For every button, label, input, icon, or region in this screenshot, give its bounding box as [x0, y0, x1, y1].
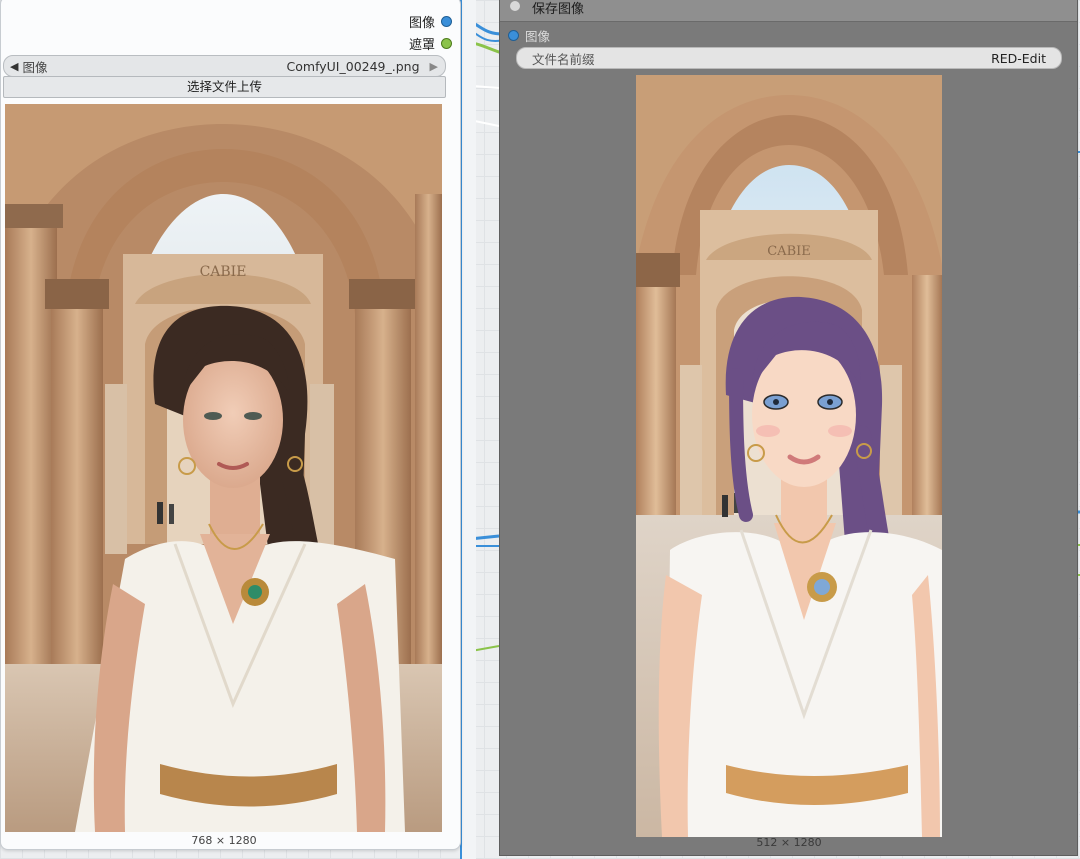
save-node-title-bar[interactable]: 保存图像 [500, 0, 1077, 22]
save-image-node[interactable]: 保存图像 图像 文件名前缀 RED-Edit CABIE 512 × 1280 [499, 0, 1078, 856]
combo-next-arrow-icon[interactable]: ▶ [430, 60, 438, 73]
image-combo-widget[interactable]: ◀ 图像 ComfyUI_00249_.png ▶ [3, 55, 446, 77]
building-sign-text: CABIE [200, 264, 247, 280]
node-selection-border [460, 0, 476, 859]
combo-value: ComfyUI_00249_.png [286, 58, 420, 74]
upload-file-button[interactable]: 选择文件上传 [3, 76, 446, 98]
save-node-title: 保存图像 [532, 2, 585, 17]
output-mask[interactable]: 遮罩 [409, 33, 452, 53]
combo-prev-arrow-icon[interactable]: ◀ [10, 60, 18, 73]
collapse-toggle-icon[interactable] [510, 1, 520, 11]
input-image-size: 768 × 1280 [191, 834, 257, 847]
output-image-slot-icon[interactable] [441, 15, 452, 27]
input-image-preview: CABIE [5, 104, 442, 832]
output-image-size: 512 × 1280 [756, 836, 822, 849]
output-mask-slot-icon[interactable] [441, 37, 452, 49]
output-image-label: 图像 [408, 15, 435, 31]
output-mask-label: 遮罩 [408, 37, 435, 53]
input-image-slot-icon[interactable] [508, 29, 519, 41]
building-sign-text-edited: CABIE [767, 244, 811, 259]
filename-prefix-label: 文件名前缀 [532, 51, 595, 67]
output-image-preview: CABIE [636, 75, 942, 837]
input-image-label: 图像 [525, 28, 551, 44]
combo-label: 图像 [22, 59, 48, 75]
output-image[interactable]: 图像 [409, 11, 452, 31]
filename-prefix-value: RED-Edit [991, 50, 1046, 66]
filename-prefix-field[interactable]: 文件名前缀 RED-Edit [516, 47, 1062, 69]
load-image-node[interactable]: 图像 遮罩 ◀ 图像 ComfyUI_00249_.png ▶ 选择文件上传 C… [0, 0, 461, 850]
input-image[interactable]: 图像 [508, 27, 551, 44]
